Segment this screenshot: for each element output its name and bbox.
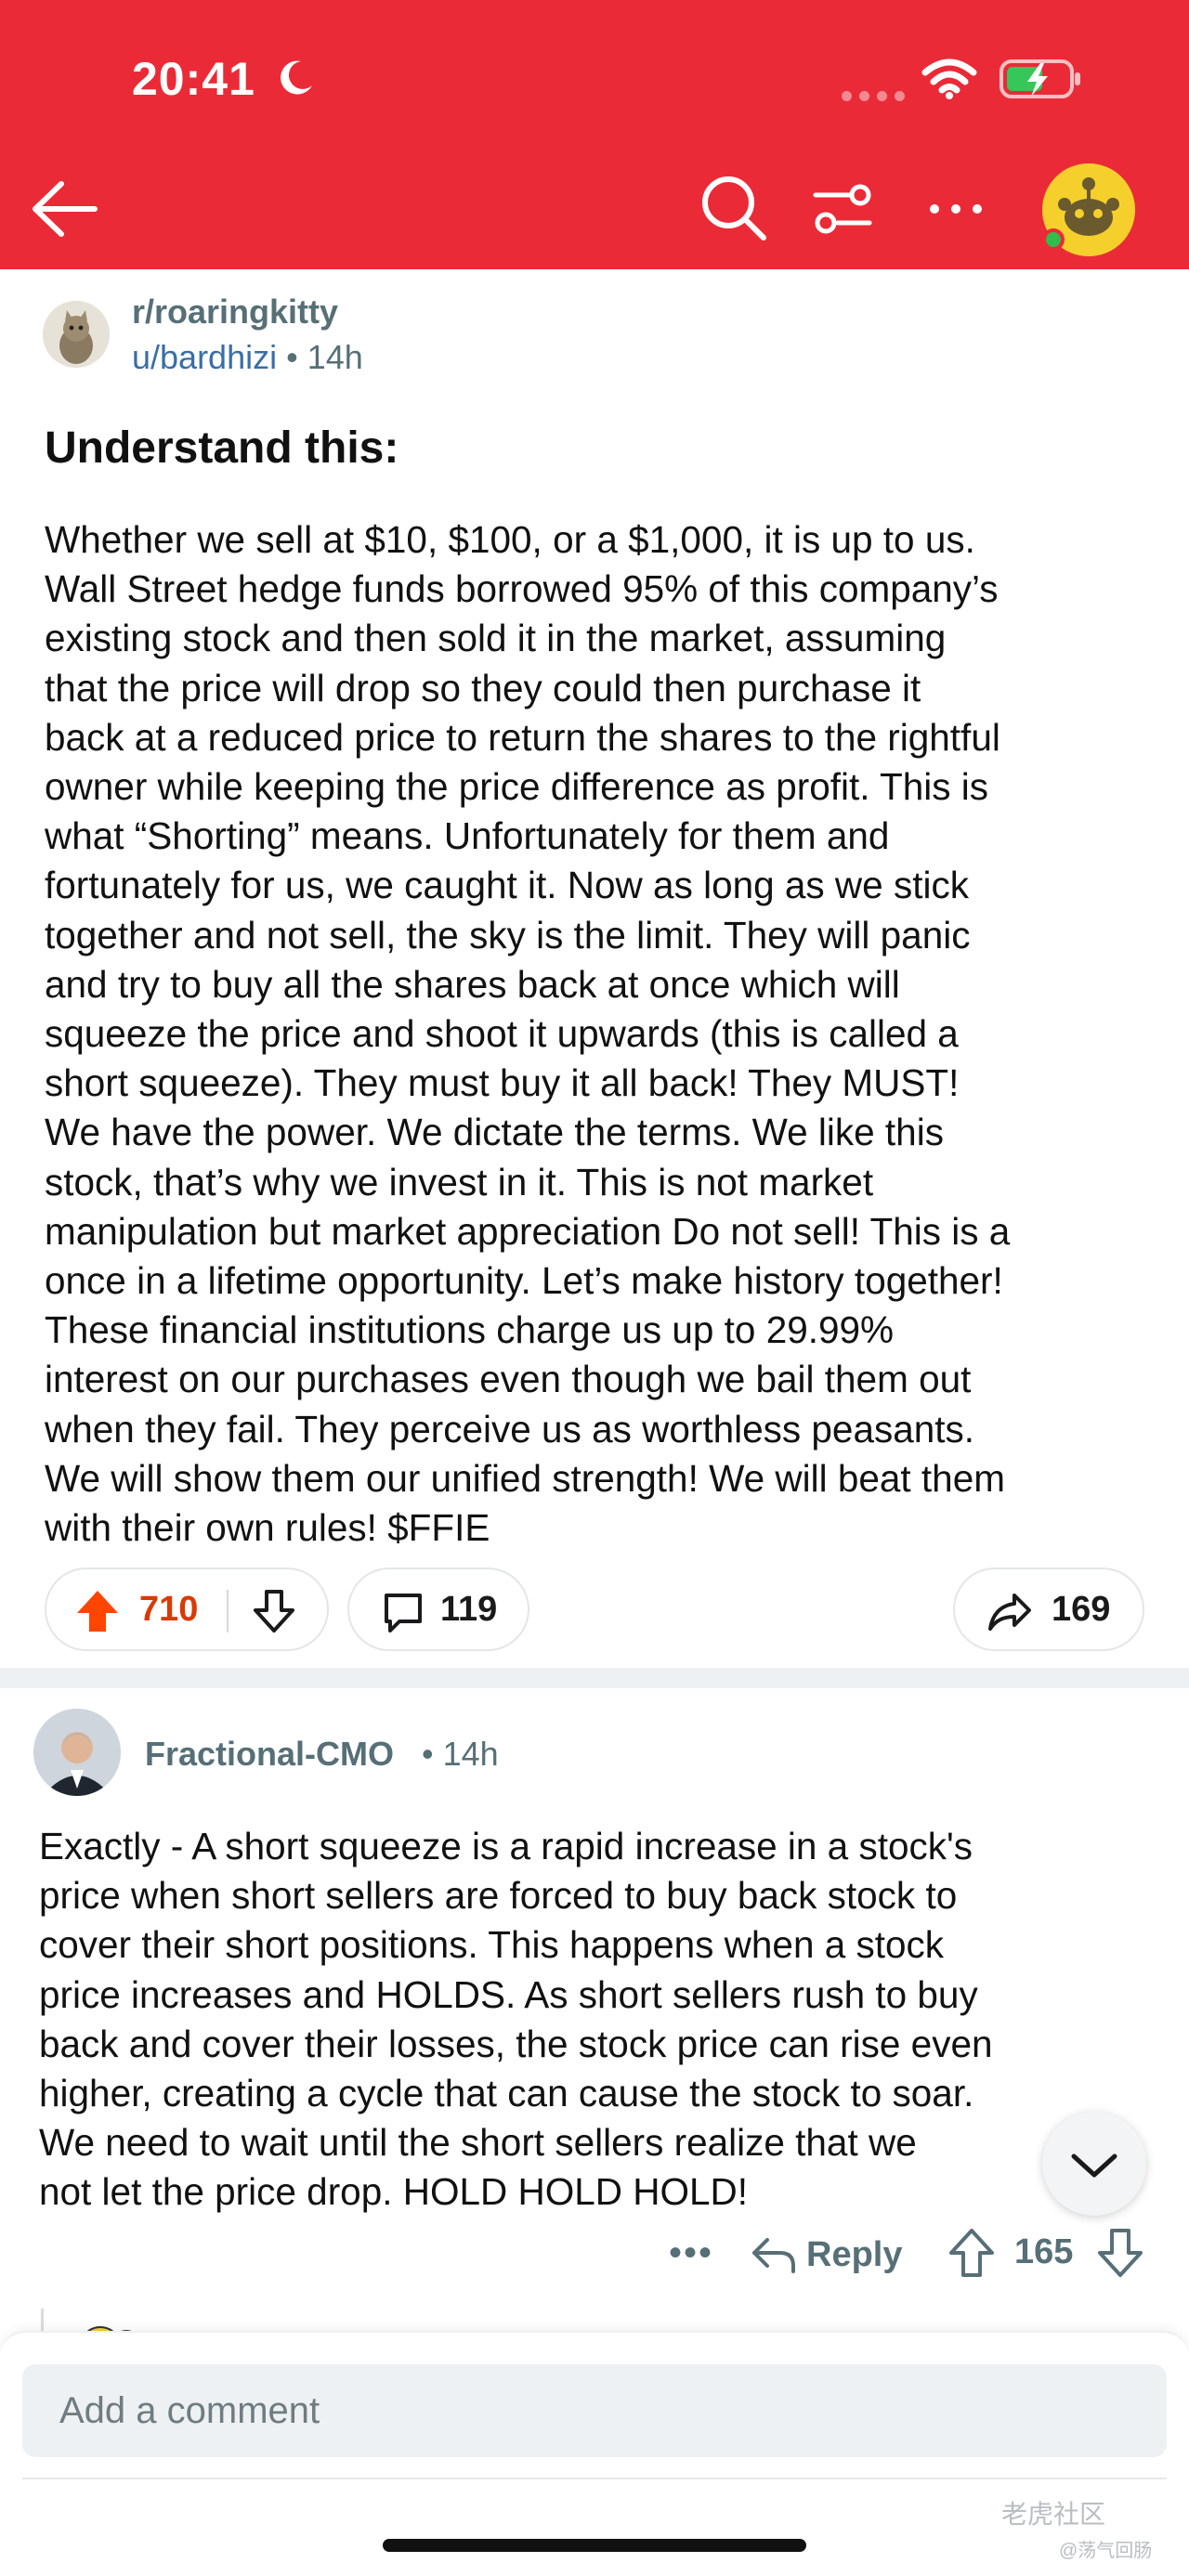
- comment-line: price when short sellers are forced to b…: [39, 1874, 958, 1918]
- cat-avatar-icon: [43, 301, 110, 368]
- body-line: owner while keeping the price difference…: [45, 765, 989, 809]
- body-line: when they fail. They perceive us as wort…: [45, 1407, 975, 1451]
- downvote-icon[interactable]: [251, 1588, 297, 1634]
- comment-body: Exactly - A short squeeze is a rapid inc…: [39, 1822, 1135, 2218]
- cellular-signal-icon: [842, 91, 905, 101]
- body-line: and try to buy all the shares back at on…: [45, 962, 900, 1006]
- post-age: 14h: [307, 338, 363, 376]
- comment-score: 165: [1014, 2232, 1074, 2271]
- comment-line: cover their short positions. This happen…: [39, 1923, 945, 1967]
- body-line: short squeeze). They must buy it all bac…: [45, 1061, 960, 1105]
- body-line: with their own rules! $FFIE: [45, 1506, 490, 1550]
- search-icon[interactable]: [699, 173, 769, 243]
- body-line: interest on our purchases even though we…: [45, 1358, 972, 1401]
- commenter-avatar[interactable]: [33, 1709, 121, 1796]
- comment-bubble-icon: [385, 1594, 422, 1633]
- body-line: These financial institutions charge us u…: [45, 1308, 895, 1352]
- person-avatar-icon: [33, 1709, 121, 1796]
- sliders-icon[interactable]: [810, 176, 875, 241]
- online-status-dot: [1042, 228, 1065, 251]
- app-header: 20:41: [0, 0, 1189, 269]
- body-line: We have the power. We dictate the terms.…: [45, 1111, 944, 1154]
- body-line: manipulation but market appreciation Do …: [45, 1209, 1011, 1253]
- comment-upvote-icon[interactable]: [947, 2227, 996, 2279]
- status-time: 20:41: [132, 53, 255, 105]
- body-line: fortunately for us, we caught it. Now as…: [45, 864, 969, 907]
- watermark-brand: 老虎社区: [1001, 2500, 1106, 2529]
- subreddit-name[interactable]: r/roaringkitty: [132, 293, 338, 332]
- share-button[interactable]: 169: [953, 1568, 1144, 1651]
- body-line: existing stock and then sold it in the m…: [45, 617, 947, 660]
- comment-author[interactable]: Fractional-CMO: [145, 1735, 394, 1774]
- scroll-down-button[interactable]: [1042, 2112, 1146, 2216]
- body-line: what “Shorting” means. Unfortunately for…: [45, 814, 890, 858]
- comment-line: Exactly - A short squeeze is a rapid inc…: [39, 1825, 973, 1867]
- watermark-handle: @荡气回肠: [1059, 2541, 1153, 2561]
- body-line: once in a lifetime opportunity. Let’s ma…: [45, 1259, 1003, 1303]
- battery-charging-icon: [1000, 59, 1080, 98]
- comment-line: not let the price drop. HOLD HOLD HOLD!: [39, 2170, 749, 2214]
- back-arrow-icon[interactable]: [28, 173, 100, 245]
- post-meta: u/bardhizi • 14h: [132, 338, 363, 377]
- reply-label: Reply: [806, 2234, 903, 2274]
- body-line: Whether we sell at $10, $100, or a $1,00…: [45, 518, 975, 561]
- comment-line: price increases and HOLDS. As short sell…: [39, 1972, 978, 2016]
- composer-divider: [22, 2478, 1167, 2479]
- comment-count: 119: [440, 1590, 498, 1629]
- post-vote-bar: 710: [45, 1568, 329, 1651]
- subreddit-avatar[interactable]: [43, 301, 110, 368]
- ellipsis-icon[interactable]: [923, 176, 988, 241]
- body-line: together and not sell, the sky is the li…: [45, 913, 971, 956]
- comment-downvote-icon[interactable]: [1096, 2227, 1144, 2279]
- section-divider: [0, 1668, 1189, 1688]
- body-line: that the price will drop so they could t…: [45, 666, 921, 709]
- upvote-filled-icon[interactable]: [74, 1588, 121, 1634]
- vote-separator: [227, 1590, 229, 1633]
- comment-line: higher, creating a cycle that can cause …: [39, 2072, 974, 2115]
- body-line: stock, that’s why we invest in it. This …: [45, 1160, 874, 1203]
- comment-more-button[interactable]: •••: [669, 2232, 713, 2274]
- comments-button[interactable]: 119: [347, 1568, 529, 1651]
- post-upvote-count: 710: [139, 1590, 199, 1629]
- post-author[interactable]: u/bardhizi: [132, 338, 277, 376]
- post-body: Whether we sell at $10, $100, or a $1,00…: [45, 515, 1159, 1553]
- share-count: 169: [1052, 1590, 1111, 1629]
- comment-age: • 14h: [422, 1735, 499, 1773]
- wifi-icon: [921, 59, 977, 99]
- comment-line: back and cover their losses, the stock p…: [39, 2022, 993, 2065]
- add-comment-input[interactable]: [22, 2364, 1167, 2457]
- body-line: Wall Street hedge funds borrowed 95% of …: [45, 567, 999, 611]
- share-arrow-icon: [988, 1594, 1031, 1631]
- comment-line: We need to wait until the short sellers …: [39, 2121, 917, 2165]
- body-line: squeeze the price and shoot it upwards (…: [45, 1012, 959, 1056]
- body-line: We will show them our unified strength! …: [45, 1456, 1005, 1500]
- reply-arrow-icon: [752, 2238, 795, 2273]
- home-indicator: [383, 2539, 806, 2552]
- chevron-down-icon: [1071, 2153, 1117, 2178]
- meta-separator: •: [286, 338, 307, 376]
- body-line: back at a reduced price to return the sh…: [45, 715, 1000, 759]
- reply-button[interactable]: Reply: [751, 2229, 902, 2281]
- post-title: Understand this:: [45, 423, 399, 473]
- moon-icon: [281, 60, 312, 95]
